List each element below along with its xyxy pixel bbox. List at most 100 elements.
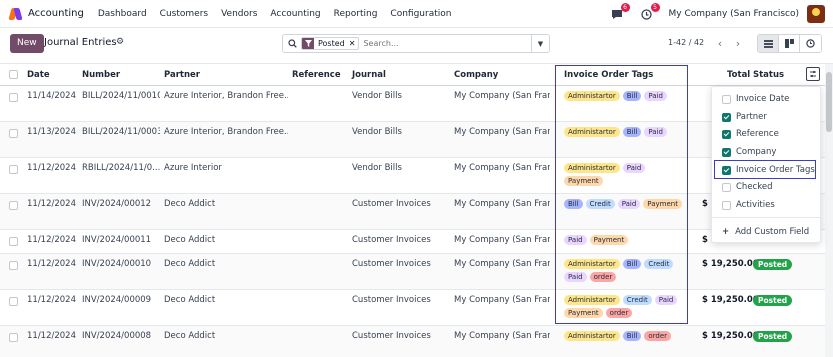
- search-facet[interactable]: Posted ✕: [301, 37, 360, 50]
- table-row[interactable]: 11/12/2024 INV/2024/00009 Deco Addict Custo…: [0, 290, 825, 326]
- optional-columns-toggle[interactable]: [806, 67, 820, 81]
- nav-accounting[interactable]: Accounting: [270, 9, 320, 19]
- column-header-partner[interactable]: Partner: [164, 70, 200, 80]
- activities-button[interactable]: 5: [639, 3, 660, 21]
- table-row[interactable]: 11/12/2024 INV/2024/00010 Deco Addict Custo…: [0, 254, 825, 290]
- cell-number: INV/2024/00010: [82, 259, 152, 269]
- list-view-button[interactable]: [758, 35, 779, 52]
- column-option-checkbox[interactable]: [722, 129, 731, 139]
- cell-company: My Company (San Francis...: [454, 127, 550, 137]
- kanban-view-button[interactable]: [779, 35, 800, 52]
- table-row[interactable]: 11/14/2024 BILL/2024/11/0010 Azure Interio…: [0, 86, 825, 122]
- column-option-checkbox[interactable]: [722, 147, 731, 157]
- column-header-company[interactable]: Company: [454, 70, 498, 80]
- table-row[interactable]: 11/13/2024 BILL/2024/11/0003 Azure Interio…: [0, 122, 825, 158]
- tag-badge: Administartor: [564, 127, 620, 137]
- cell-company: My Company (San Francis...: [454, 259, 550, 269]
- column-option-reference[interactable]: Reference: [722, 127, 779, 141]
- close-icon[interactable]: ✕: [349, 39, 359, 48]
- column-header-date[interactable]: Date: [27, 70, 50, 80]
- table-row[interactable]: 11/12/2024 INV/2024/00008 Deco Addict Custo…: [0, 326, 825, 357]
- table-row[interactable]: 11/12/2024 RBILL/2024/11/0... Azure Interi…: [0, 158, 825, 194]
- select-all-checkbox[interactable]: [9, 70, 18, 79]
- nav-configuration[interactable]: Configuration: [390, 9, 451, 19]
- table-row[interactable]: 11/12/2024 INV/2024/00011 Deco Addict Custo…: [0, 230, 825, 254]
- tag-badge: Payment: [643, 199, 682, 209]
- nav-vendors[interactable]: Vendors: [221, 9, 257, 19]
- top-navbar: Accounting Dashboard Customers Vendors A…: [0, 0, 833, 28]
- tag-badge: Bill: [622, 331, 642, 341]
- column-option-checkbox[interactable]: [722, 112, 731, 122]
- pager-value[interactable]: 1-42 / 42: [668, 38, 704, 47]
- tag-badge: Paid: [564, 272, 587, 282]
- nav-reporting[interactable]: Reporting: [334, 9, 378, 19]
- chevron-right-icon[interactable]: ›: [730, 34, 746, 52]
- column-header-status[interactable]: Status: [753, 70, 784, 80]
- column-option-partner[interactable]: Partner: [722, 110, 767, 124]
- cell-journal: Vendor Bills: [352, 163, 402, 173]
- column-option-checkbox[interactable]: [722, 94, 731, 104]
- activity-view-button[interactable]: [800, 35, 821, 52]
- messages-count-badge: 6: [620, 3, 630, 12]
- column-option-checked[interactable]: Checked: [722, 180, 772, 194]
- scrollbar[interactable]: [825, 64, 833, 357]
- tag-badge: Bill: [564, 199, 583, 209]
- tag-badge: Administartor: [564, 163, 620, 173]
- search-icon[interactable]: [283, 35, 301, 52]
- column-header-total[interactable]: Total: [727, 70, 750, 80]
- column-option-invoice-date[interactable]: Invoice Date: [722, 92, 789, 106]
- column-header-invoice-order-tags[interactable]: Invoice Order Tags: [564, 70, 653, 80]
- column-option-checkbox[interactable]: [722, 165, 731, 175]
- column-option-activities[interactable]: Activities: [722, 198, 775, 212]
- cell-number: INV/2024/00012: [82, 199, 152, 209]
- row-checkbox[interactable]: [9, 165, 18, 174]
- cell-company: My Company (San Francis...: [454, 91, 550, 101]
- cell-company: My Company (San Francis...: [454, 331, 550, 341]
- table-row[interactable]: 11/12/2024 INV/2024/00012 Deco Addict Custo…: [0, 194, 825, 230]
- tag-badge: Credit: [585, 199, 615, 209]
- scrollbar-thumb[interactable]: [826, 72, 832, 132]
- cell-total: $ 19,250.00: [702, 259, 759, 269]
- column-option-company[interactable]: Company: [722, 145, 776, 159]
- nav-customers[interactable]: Customers: [160, 9, 208, 19]
- column-option-checkbox[interactable]: [722, 182, 731, 192]
- column-option-label: Checked: [736, 182, 773, 192]
- chevron-down-icon[interactable]: ▼: [531, 35, 549, 52]
- cell-journal: Customer Invoices: [352, 331, 431, 341]
- messages-button[interactable]: 6: [609, 3, 630, 21]
- row-checkbox[interactable]: [9, 201, 18, 210]
- company-switcher[interactable]: My Company (San Francisco): [669, 9, 799, 19]
- nav-dashboard[interactable]: Dashboard: [98, 9, 147, 19]
- column-option-invoice-order-tags[interactable]: Invoice Order Tags: [722, 163, 815, 177]
- add-custom-field-button[interactable]: + Add Custom Field: [722, 225, 809, 239]
- user-avatar[interactable]: [807, 5, 825, 23]
- cell-date: 11/12/2024: [27, 259, 76, 269]
- gear-icon[interactable]: ⚙: [116, 37, 124, 47]
- row-checkbox[interactable]: [9, 261, 18, 270]
- cell-number: BILL/2024/11/0003: [82, 127, 160, 137]
- cell-date: 11/12/2024: [27, 295, 76, 305]
- column-option-checkbox[interactable]: [722, 200, 731, 210]
- cell-date: 11/12/2024: [27, 199, 76, 209]
- cell-company: My Company (San Francis...: [454, 235, 550, 245]
- search-input[interactable]: [363, 39, 504, 48]
- row-checkbox[interactable]: [9, 297, 18, 306]
- cell-partner: Azure Interior, Brandon Free...: [164, 91, 288, 101]
- chevron-left-icon[interactable]: ‹: [712, 34, 728, 52]
- column-header-reference[interactable]: Reference: [292, 70, 341, 80]
- new-button[interactable]: New: [10, 34, 44, 53]
- column-header-number[interactable]: Number: [82, 70, 120, 80]
- tag-badge: Administartor: [564, 295, 620, 305]
- row-checkbox[interactable]: [9, 333, 18, 342]
- accounting-app-icon[interactable]: [8, 7, 23, 20]
- row-checkbox[interactable]: [9, 93, 18, 102]
- app-name[interactable]: Accounting: [28, 8, 84, 19]
- facet-label: Posted: [318, 39, 345, 48]
- search-bar[interactable]: Posted ✕ ▼: [282, 34, 550, 53]
- row-checkbox[interactable]: [9, 237, 18, 246]
- list-icon: [763, 39, 773, 48]
- cell-number: INV/2024/00008: [82, 331, 152, 341]
- column-header-journal[interactable]: Journal: [352, 70, 386, 80]
- status-badge: Posted: [753, 295, 793, 306]
- row-checkbox[interactable]: [9, 129, 18, 138]
